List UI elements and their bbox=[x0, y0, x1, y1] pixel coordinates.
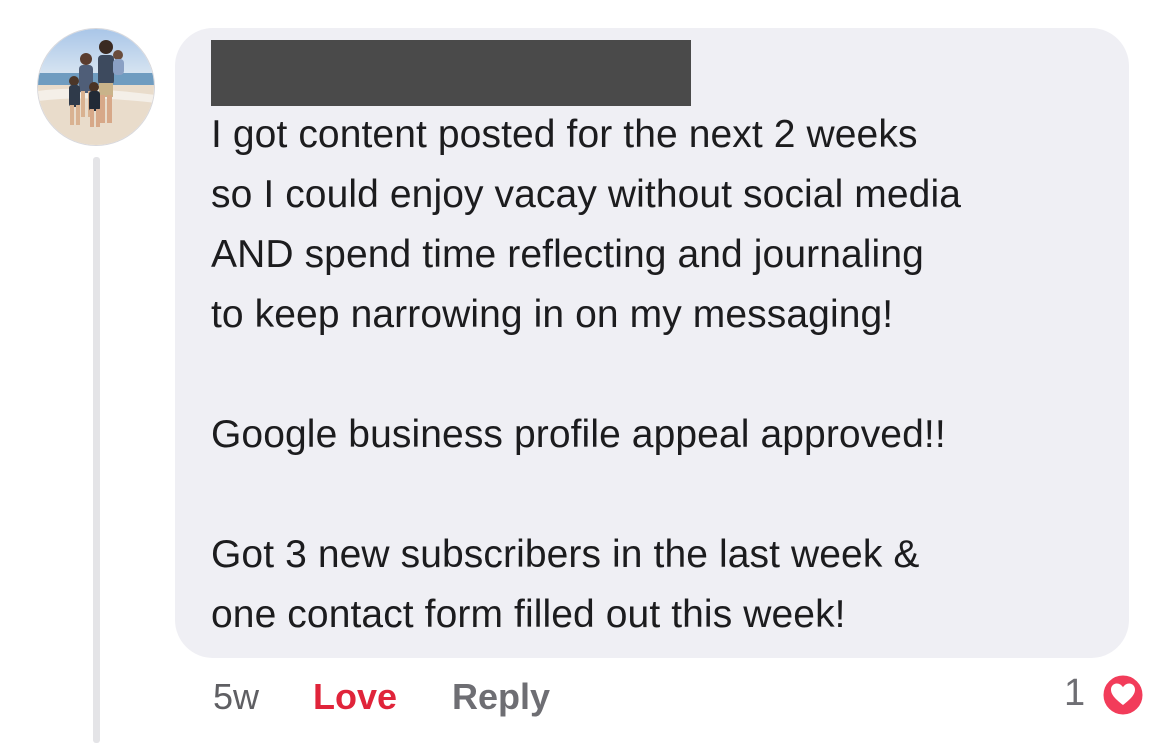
thread-line bbox=[93, 157, 100, 743]
reply-button[interactable]: Reply bbox=[452, 676, 550, 718]
reaction-count[interactable]: 1 bbox=[1064, 672, 1085, 715]
comment-timestamp: 5w bbox=[213, 676, 260, 717]
heart-icon[interactable] bbox=[1100, 672, 1146, 718]
author-name-redacted bbox=[211, 40, 691, 106]
avatar[interactable] bbox=[37, 28, 155, 146]
love-button[interactable]: Love bbox=[313, 676, 397, 718]
comment-text: I got content posted for the next 2 week… bbox=[211, 113, 962, 636]
